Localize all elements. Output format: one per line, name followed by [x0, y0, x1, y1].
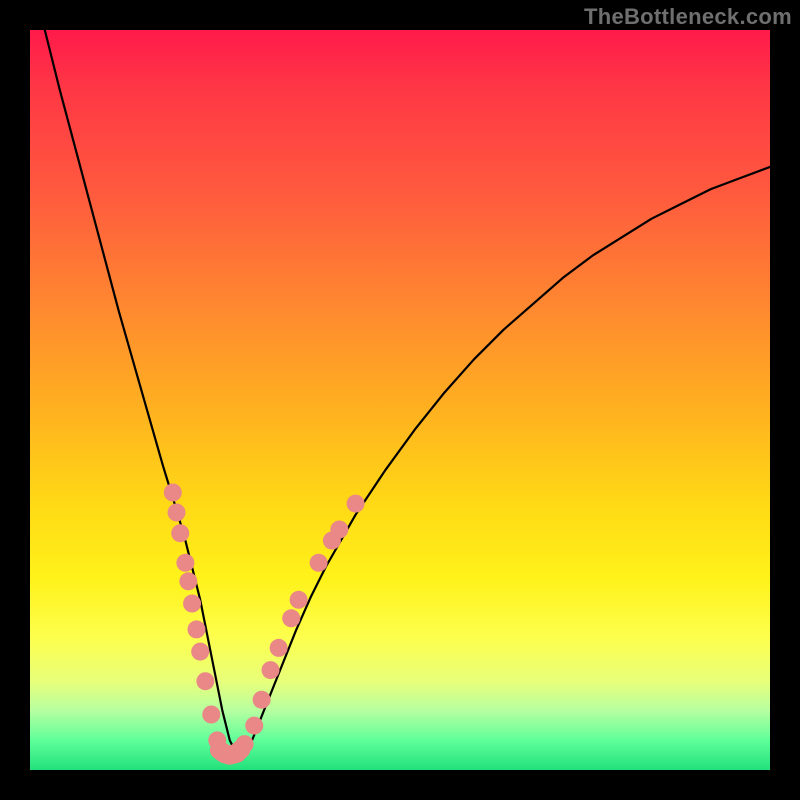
data-marker: [245, 717, 263, 735]
data-marker: [168, 503, 186, 521]
data-marker: [183, 595, 201, 613]
data-marker: [270, 639, 288, 657]
data-marker: [179, 572, 197, 590]
plot-area: [30, 30, 770, 770]
outer-frame: TheBottleneck.com: [0, 0, 800, 800]
data-marker: [236, 735, 254, 753]
data-marker: [310, 554, 328, 572]
data-marker: [196, 672, 214, 690]
data-marker: [202, 706, 220, 724]
data-marker: [290, 591, 308, 609]
data-marker: [330, 521, 348, 539]
watermark-text: TheBottleneck.com: [584, 4, 792, 30]
data-marker: [262, 661, 280, 679]
data-marker: [347, 495, 365, 513]
bottleneck-curve: [45, 30, 770, 755]
chart-svg: [30, 30, 770, 770]
data-marker: [253, 691, 271, 709]
data-marker: [171, 524, 189, 542]
data-marker: [191, 643, 209, 661]
data-marker: [188, 620, 206, 638]
data-marker: [164, 484, 182, 502]
data-marker: [176, 554, 194, 572]
data-marker: [282, 609, 300, 627]
